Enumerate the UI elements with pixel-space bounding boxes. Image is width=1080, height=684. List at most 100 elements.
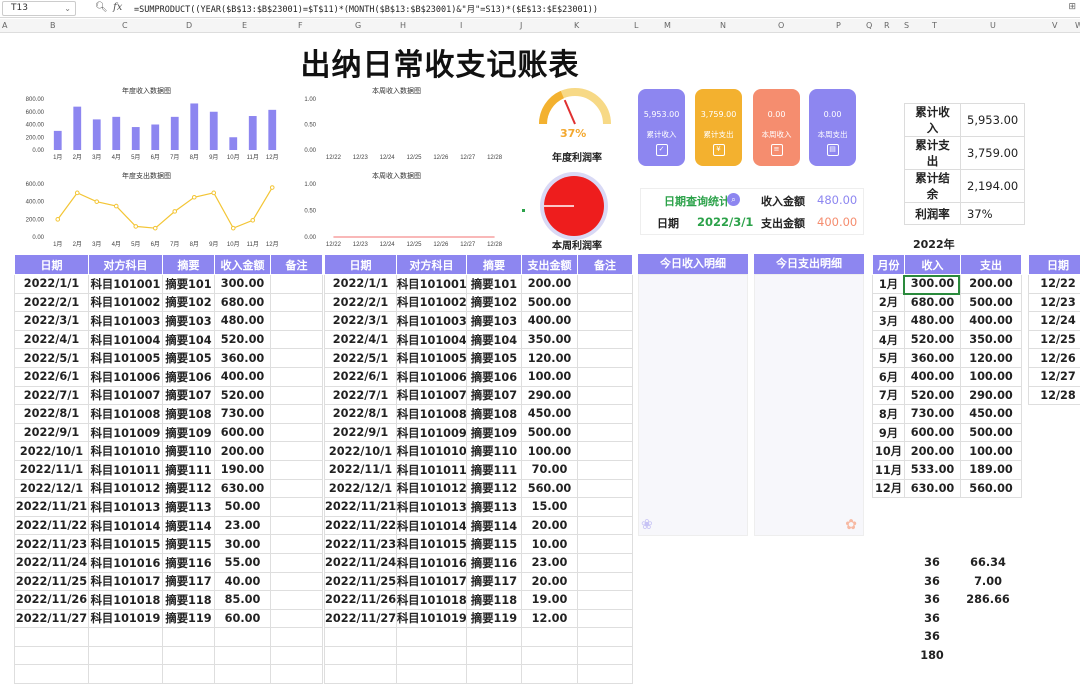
income-cell[interactable]: 2022/9/1: [15, 423, 89, 442]
income-cell[interactable]: 科目101018: [89, 591, 163, 610]
income-cell[interactable]: 科目101007: [89, 386, 163, 405]
income-cell[interactable]: 2022/8/1: [15, 405, 89, 424]
expense-cell[interactable]: 2022/5/1: [325, 349, 397, 368]
expense-cell[interactable]: [578, 275, 633, 294]
expense-cell[interactable]: 290.00: [522, 386, 578, 405]
income-cell[interactable]: [215, 646, 271, 665]
monthly-cell[interactable]: 630.00: [905, 479, 961, 498]
expense-cell[interactable]: 摘要117: [467, 572, 522, 591]
income-cell[interactable]: 85.00: [215, 591, 271, 610]
column-header-e[interactable]: E: [242, 21, 247, 30]
income-cell[interactable]: [271, 628, 323, 647]
expense-cell[interactable]: [578, 386, 633, 405]
monthly-cell[interactable]: 120.00: [961, 349, 1022, 368]
expense-cell[interactable]: [578, 312, 633, 331]
expense-cell[interactable]: [578, 405, 633, 424]
monthly-cell[interactable]: 450.00: [961, 405, 1022, 424]
expense-cell[interactable]: [578, 646, 633, 665]
expense-cell[interactable]: [578, 442, 633, 461]
name-box[interactable]: T13⌄: [2, 1, 76, 16]
income-cell[interactable]: 科目101013: [89, 498, 163, 517]
expense-cell[interactable]: 560.00: [522, 479, 578, 498]
expense-cell[interactable]: [578, 665, 633, 684]
income-cell[interactable]: [271, 498, 323, 517]
monthly-cell[interactable]: 5月: [873, 349, 905, 368]
income-cell[interactable]: 摘要116: [163, 553, 215, 572]
income-cell[interactable]: [271, 442, 323, 461]
income-cell[interactable]: 科目101004: [89, 330, 163, 349]
expense-cell[interactable]: 100.00: [522, 367, 578, 386]
expense-cell[interactable]: 500.00: [522, 423, 578, 442]
income-cell[interactable]: [271, 312, 323, 331]
monthly-cell[interactable]: 730.00: [905, 405, 961, 424]
expense-cell[interactable]: 科目101019: [397, 609, 467, 628]
monthly-cell[interactable]: 100.00: [961, 442, 1022, 461]
expense-cell[interactable]: 2022/3/1: [325, 312, 397, 331]
expense-cell[interactable]: 科目101010: [397, 442, 467, 461]
income-cell[interactable]: 摘要111: [163, 460, 215, 479]
income-cell[interactable]: [271, 367, 323, 386]
income-cell[interactable]: 科目101009: [89, 423, 163, 442]
expense-cell[interactable]: [325, 665, 397, 684]
expense-cell[interactable]: 2022/7/1: [325, 386, 397, 405]
expense-cell[interactable]: 摘要107: [467, 386, 522, 405]
column-header-g[interactable]: G: [355, 21, 361, 30]
income-cell[interactable]: 科目101019: [89, 609, 163, 628]
column-header-l[interactable]: L: [634, 21, 638, 30]
income-cell[interactable]: 2022/3/1: [15, 312, 89, 331]
expense-cell[interactable]: 120.00: [522, 349, 578, 368]
expense-cell[interactable]: 科目101012: [397, 479, 467, 498]
expense-cell[interactable]: 12.00: [522, 609, 578, 628]
week-date-cell[interactable]: 12/26: [1029, 349, 1080, 368]
income-cell[interactable]: 2022/2/1: [15, 293, 89, 312]
income-cell[interactable]: 摘要118: [163, 591, 215, 610]
monthly-cell[interactable]: 500.00: [961, 423, 1022, 442]
date-value[interactable]: 2022/3/1: [697, 215, 753, 229]
expense-cell[interactable]: 2022/11/25: [325, 572, 397, 591]
expense-cell[interactable]: 科目101016: [397, 553, 467, 572]
monthly-cell[interactable]: 3月: [873, 312, 905, 331]
expense-cell[interactable]: [578, 572, 633, 591]
monthly-cell[interactable]: 350.00: [961, 330, 1022, 349]
income-cell[interactable]: 730.00: [215, 405, 271, 424]
expense-cell[interactable]: 科目101015: [397, 535, 467, 554]
income-cell[interactable]: 40.00: [215, 572, 271, 591]
income-cell[interactable]: 2022/11/22: [15, 516, 89, 535]
income-cell[interactable]: 630.00: [215, 479, 271, 498]
expense-cell[interactable]: 350.00: [522, 330, 578, 349]
income-cell[interactable]: 30.00: [215, 535, 271, 554]
income-cell[interactable]: 摘要114: [163, 516, 215, 535]
income-cell[interactable]: [89, 665, 163, 684]
expense-cell[interactable]: [578, 479, 633, 498]
expense-cell[interactable]: 23.00: [522, 553, 578, 572]
monthly-cell[interactable]: 480.00: [905, 312, 961, 331]
monthly-cell[interactable]: 1月: [873, 275, 905, 294]
expense-cell[interactable]: 摘要112: [467, 479, 522, 498]
expense-cell[interactable]: 200.00: [522, 275, 578, 294]
income-cell[interactable]: 摘要117: [163, 572, 215, 591]
income-cell[interactable]: [271, 460, 323, 479]
income-cell[interactable]: [215, 628, 271, 647]
income-cell[interactable]: 摘要109: [163, 423, 215, 442]
expense-cell[interactable]: [522, 628, 578, 647]
column-header-h[interactable]: H: [400, 21, 406, 30]
monthly-cell[interactable]: 680.00: [905, 293, 961, 312]
income-cell[interactable]: [271, 572, 323, 591]
expense-cell[interactable]: 2022/11/23: [325, 535, 397, 554]
monthly-cell[interactable]: 520.00: [905, 386, 961, 405]
income-cell[interactable]: [15, 628, 89, 647]
income-cell[interactable]: 科目101016: [89, 553, 163, 572]
monthly-cell[interactable]: 600.00: [905, 423, 961, 442]
week-date-cell[interactable]: 12/24: [1029, 312, 1080, 331]
week-date-cell[interactable]: 12/28: [1029, 386, 1080, 405]
expense-cell[interactable]: 70.00: [522, 460, 578, 479]
monthly-cell[interactable]: 360.00: [905, 349, 961, 368]
income-cell[interactable]: 科目101014: [89, 516, 163, 535]
expense-cell[interactable]: 摘要109: [467, 423, 522, 442]
expense-cell[interactable]: [578, 591, 633, 610]
expense-cell[interactable]: [397, 665, 467, 684]
expense-cell[interactable]: 2022/1/1: [325, 275, 397, 294]
expense-cell[interactable]: [578, 330, 633, 349]
expense-cell[interactable]: 科目101001: [397, 275, 467, 294]
income-cell[interactable]: [271, 553, 323, 572]
